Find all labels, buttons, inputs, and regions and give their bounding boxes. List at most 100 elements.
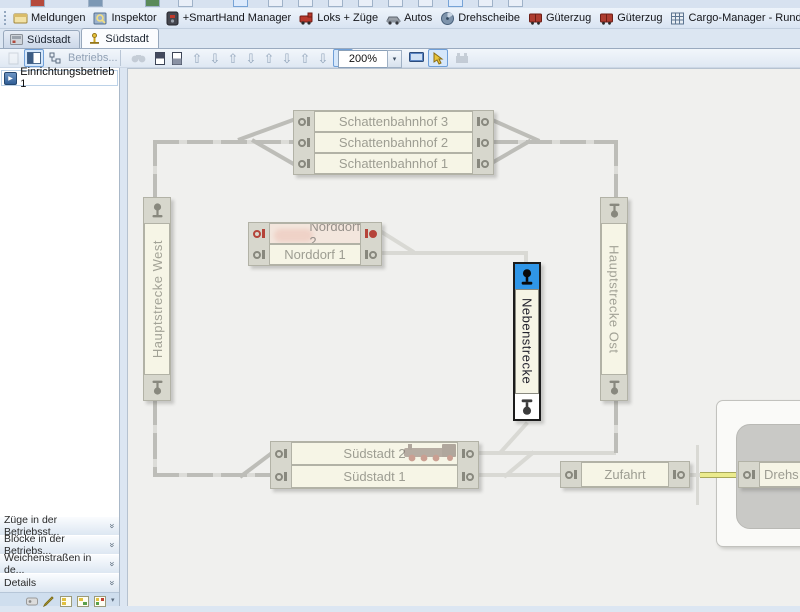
toolbar-button-partial[interactable]: [88, 0, 103, 7]
car-icon: [386, 11, 401, 26]
move-down-button-4[interactable]: ⇩: [313, 49, 333, 67]
selected-signal-marker-icon[interactable]: [515, 264, 539, 289]
new-page-button[interactable]: [3, 49, 23, 67]
section-weichenstrassen[interactable]: Weichenstraßen in de... »: [0, 554, 119, 574]
inspektor-button[interactable]: Inspektor: [90, 10, 161, 27]
view-card-2-button[interactable]: [167, 49, 187, 67]
toolbar-button-partial[interactable]: [30, 0, 45, 7]
block-nebenstrecke-selected[interactable]: Nebenstrecke: [513, 262, 541, 421]
block-exit-marker-icon[interactable]: [473, 153, 493, 174]
toolbar-button-partial[interactable]: [358, 0, 373, 7]
block-entry-marker-icon[interactable]: [271, 442, 291, 465]
block-exit-marker-icon[interactable]: [361, 223, 381, 244]
toolbar-grip[interactable]: [4, 11, 6, 25]
toolbar-button-partial[interactable]: [418, 0, 433, 7]
block-entry-marker-icon[interactable]: [739, 462, 759, 487]
move-up-button-3[interactable]: ⇧: [259, 49, 279, 67]
move-down-button-3[interactable]: ⇩: [277, 49, 297, 67]
edit-pencil-icon[interactable]: [43, 594, 55, 605]
factory-icon: [455, 52, 469, 64]
fullscreen-button[interactable]: [406, 49, 426, 67]
messages-icon: [13, 11, 28, 26]
block-entry-marker-icon[interactable]: [249, 244, 269, 265]
section-details[interactable]: Details »: [0, 573, 119, 593]
block-norddorf-1[interactable]: Norddorf 1: [249, 244, 381, 265]
paint-pointer-icon: [432, 52, 445, 65]
up-arrow-icon: ⇧: [228, 52, 239, 65]
toolbar-button-partial[interactable]: [178, 0, 193, 7]
find-button[interactable]: [128, 49, 148, 67]
move-up-button-1[interactable]: ⇧: [187, 49, 207, 67]
panel-view-button[interactable]: [24, 49, 44, 67]
block-hauptstrecke-west[interactable]: Hauptstrecke West: [143, 197, 171, 401]
toolbar-button-partial[interactable]: [478, 0, 493, 7]
block-colors-icon[interactable]: [94, 594, 106, 605]
smarthand-icon: [165, 11, 180, 26]
toolbar-button-partial[interactable]: [298, 0, 313, 7]
toolbar-button-partial[interactable]: [328, 0, 343, 7]
block-drehscheibe-partial[interactable]: Drehs: [738, 461, 800, 488]
block-list-icon[interactable]: [60, 594, 72, 605]
zoom-dropdown-button[interactable]: ▾: [387, 50, 402, 68]
meldungen-button[interactable]: Meldungen: [10, 10, 90, 27]
autos-button[interactable]: Autos: [383, 10, 437, 27]
block-zufahrt[interactable]: Zufahrt: [560, 461, 690, 488]
block-suedstadt-1[interactable]: Südstadt 1: [271, 465, 478, 488]
block-exit-marker-icon[interactable]: [669, 462, 689, 487]
route-badge-icon[interactable]: [26, 594, 38, 605]
toolbar-button-partial[interactable]: [388, 0, 403, 7]
block-schattenbahnhof-2[interactable]: Schattenbahnhof 2: [294, 132, 493, 153]
block-entry-marker-icon[interactable]: [271, 465, 291, 488]
toolbar-button-partial[interactable]: [233, 0, 248, 7]
move-down-button-1[interactable]: ⇩: [205, 49, 225, 67]
block-signal-marker-icon[interactable]: [144, 375, 170, 400]
block-signal-marker-icon[interactable]: [515, 394, 539, 419]
move-down-button-2[interactable]: ⇩: [241, 49, 261, 67]
drehscheibe-button[interactable]: Drehscheibe: [437, 10, 525, 27]
block-schattenbahnhof-1[interactable]: Schattenbahnhof 1: [294, 153, 493, 174]
up-arrow-icon: ⇧: [300, 52, 311, 65]
document-tab-bar: Südstadt Südstadt: [3, 29, 159, 48]
block-schattenbahnhof-3[interactable]: Schattenbahnhof 3: [294, 111, 493, 132]
edit-colors-button[interactable]: [428, 49, 448, 67]
gueterzug-button-1[interactable]: Güterzug: [525, 10, 596, 27]
loks-zuege-button[interactable]: Loks + Züge: [296, 10, 383, 27]
block-signal-marker-icon[interactable]: [601, 198, 627, 223]
tab-suedstadt-1[interactable]: Südstadt: [3, 30, 80, 48]
app-window: { "toolbar": { "items": [ {"label": "Mel…: [0, 0, 800, 606]
toolbar-button-partial[interactable]: [508, 0, 523, 7]
move-up-button-2[interactable]: ⇧: [223, 49, 243, 67]
block-entry-marker-icon[interactable]: [294, 111, 314, 132]
smarthand-manager-button[interactable]: +SmartHand Manager: [162, 10, 297, 27]
block-exit-marker-icon[interactable]: [473, 111, 493, 132]
cargo-manager-button[interactable]: Cargo-Manager - Runde 0: [667, 10, 800, 27]
track-segment: [614, 140, 618, 200]
block-status-icon[interactable]: [77, 594, 89, 605]
block-exit-marker-icon[interactable]: [458, 465, 478, 488]
move-up-button-4[interactable]: ⇧: [295, 49, 315, 67]
block-hauptstrecke-ost[interactable]: Hauptstrecke Ost: [600, 197, 628, 401]
block-entry-marker-icon[interactable]: [294, 153, 314, 174]
tab-suedstadt-2[interactable]: Südstadt: [81, 28, 158, 48]
new-page-icon: [7, 52, 20, 65]
collapse-chevron-icon: »: [107, 561, 117, 566]
block-norddorf-2[interactable]: Norddorf 2: [249, 223, 381, 244]
block-exit-marker-icon[interactable]: [473, 132, 493, 153]
toolbar-button-partial[interactable]: [448, 0, 463, 7]
block-signal-marker-icon[interactable]: [144, 198, 170, 223]
depot-button[interactable]: [452, 49, 472, 67]
footer-more-icon[interactable]: ▾: [111, 596, 115, 604]
split-view-icon: [155, 52, 165, 65]
block-signal-marker-icon[interactable]: [601, 375, 627, 400]
gueterzug-button-2[interactable]: Güterzug: [596, 10, 667, 27]
down-arrow-icon: ⇩: [210, 52, 221, 65]
block-entry-marker-icon[interactable]: [249, 223, 269, 244]
block-exit-marker-icon[interactable]: [361, 244, 381, 265]
toolbar-button-partial[interactable]: [145, 0, 160, 7]
tree-view-button[interactable]: [45, 49, 65, 67]
block-entry-marker-icon[interactable]: [561, 462, 581, 487]
tree-item-einrichtungsbetrieb[interactable]: ▶ Einrichtungsbetrieb 1: [1, 70, 118, 86]
toolbar-button-partial[interactable]: [268, 0, 283, 7]
zoom-level-combo[interactable]: 200%: [338, 50, 388, 68]
block-entry-marker-icon[interactable]: [294, 132, 314, 153]
